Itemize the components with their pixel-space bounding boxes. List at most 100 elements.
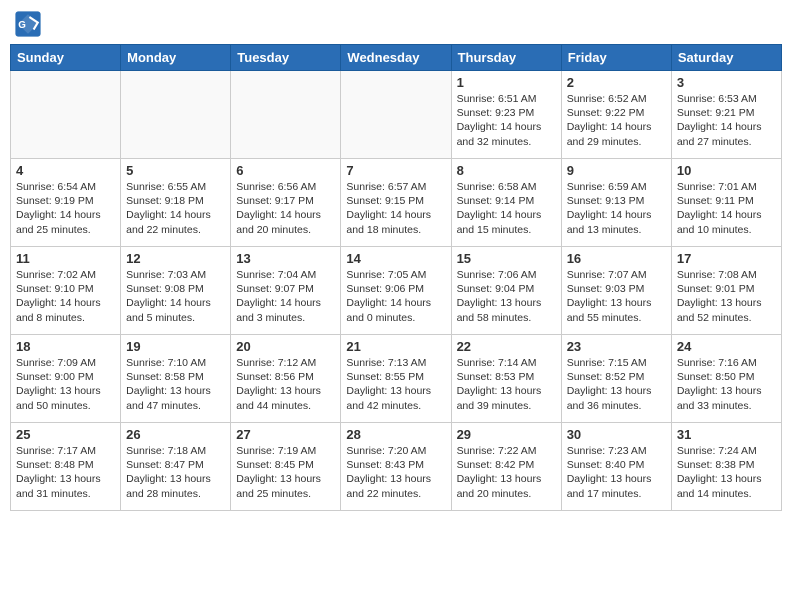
cell-info: Sunrise: 7:12 AM Sunset: 8:56 PM Dayligh… — [236, 356, 335, 413]
calendar-cell: 17 Sunrise: 7:08 AM Sunset: 9:01 PM Dayli… — [671, 247, 781, 335]
calendar-cell — [121, 71, 231, 159]
calendar-cell: 26Sunrise: 7:18 AM Sunset: 8:47 PM Dayli… — [121, 423, 231, 511]
calendar-cell — [11, 71, 121, 159]
cell-info: Sunrise: 7:16 AM Sunset: 8:50 PM Dayligh… — [677, 356, 776, 413]
weekday-header-cell: Thursday — [451, 45, 561, 71]
cell-date: 21 — [346, 339, 445, 354]
calendar-cell: 13 Sunrise: 7:04 AM Sunset: 9:07 PM Dayli… — [231, 247, 341, 335]
calendar-cell: 6 Sunrise: 6:56 AM Sunset: 9:17 PM Daylig… — [231, 159, 341, 247]
week-row: 25Sunrise: 7:17 AM Sunset: 8:48 PM Dayli… — [11, 423, 782, 511]
calendar-cell: 7Sunrise: 6:57 AM Sunset: 9:15 PM Daylig… — [341, 159, 451, 247]
cell-date: 11 — [16, 251, 115, 266]
cell-date: 23 — [567, 339, 666, 354]
cell-info: Sunrise: 7:15 AM Sunset: 8:52 PM Dayligh… — [567, 356, 666, 413]
calendar-cell: 29Sunrise: 7:22 AM Sunset: 8:42 PM Dayli… — [451, 423, 561, 511]
cell-info: Sunrise: 7:08 AM Sunset: 9:01 PM Dayligh… — [677, 268, 776, 325]
cell-info: Sunrise: 7:07 AM Sunset: 9:03 PM Dayligh… — [567, 268, 666, 325]
cell-info: Sunrise: 6:58 AM Sunset: 9:14 PM Dayligh… — [457, 180, 556, 237]
cell-date: 17 — [677, 251, 776, 266]
cell-info: Sunrise: 7:20 AM Sunset: 8:43 PM Dayligh… — [346, 444, 445, 501]
cell-date: 16 — [567, 251, 666, 266]
cell-date: 7 — [346, 163, 445, 178]
cell-date: 24 — [677, 339, 776, 354]
calendar-cell: 9 Sunrise: 6:59 AM Sunset: 9:13 PM Daylig… — [561, 159, 671, 247]
cell-info: Sunrise: 7:13 AM Sunset: 8:55 PM Dayligh… — [346, 356, 445, 413]
weekday-header-cell: Saturday — [671, 45, 781, 71]
cell-info: Sunrise: 7:04 AM Sunset: 9:07 PM Dayligh… — [236, 268, 335, 325]
cell-info: Sunrise: 6:51 AM Sunset: 9:23 PM Dayligh… — [457, 92, 556, 149]
cell-info: Sunrise: 6:59 AM Sunset: 9:13 PM Dayligh… — [567, 180, 666, 237]
cell-date: 28 — [346, 427, 445, 442]
calendar-cell: 14 Sunrise: 7:05 AM Sunset: 9:06 PM Dayli… — [341, 247, 451, 335]
calendar-cell: 16 Sunrise: 7:07 AM Sunset: 9:03 PM Dayli… — [561, 247, 671, 335]
calendar-cell: 25Sunrise: 7:17 AM Sunset: 8:48 PM Dayli… — [11, 423, 121, 511]
svg-text:G: G — [18, 20, 26, 31]
calendar-cell: 23 Sunrise: 7:15 AM Sunset: 8:52 PM Dayli… — [561, 335, 671, 423]
calendar-cell: 21 Sunrise: 7:13 AM Sunset: 8:55 PM Dayli… — [341, 335, 451, 423]
cell-date: 29 — [457, 427, 556, 442]
cell-info: Sunrise: 7:17 AM Sunset: 8:48 PM Dayligh… — [16, 444, 115, 501]
calendar-cell: 18 Sunrise: 7:09 AM Sunset: 9:00 PM Dayli… — [11, 335, 121, 423]
cell-date: 3 — [677, 75, 776, 90]
cell-info: Sunrise: 7:05 AM Sunset: 9:06 PM Dayligh… — [346, 268, 445, 325]
cell-info: Sunrise: 6:55 AM Sunset: 9:18 PM Dayligh… — [126, 180, 225, 237]
cell-date: 20 — [236, 339, 335, 354]
cell-date: 4 — [16, 163, 115, 178]
cell-info: Sunrise: 7:24 AM Sunset: 8:38 PM Dayligh… — [677, 444, 776, 501]
calendar-cell: 19Sunrise: 7:10 AM Sunset: 8:58 PM Dayli… — [121, 335, 231, 423]
calendar-cell: 27 Sunrise: 7:19 AM Sunset: 8:45 PM Dayli… — [231, 423, 341, 511]
calendar-cell: 8 Sunrise: 6:58 AM Sunset: 9:14 PM Daylig… — [451, 159, 561, 247]
cell-date: 26 — [126, 427, 225, 442]
cell-info: Sunrise: 7:01 AM Sunset: 9:11 PM Dayligh… — [677, 180, 776, 237]
cell-date: 30 — [567, 427, 666, 442]
calendar-cell: 4 Sunrise: 6:54 AM Sunset: 9:19 PM Daylig… — [11, 159, 121, 247]
calendar-cell: 2Sunrise: 6:52 AM Sunset: 9:22 PM Daylig… — [561, 71, 671, 159]
calendar-table: SundayMondayTuesdayWednesdayThursdayFrid… — [10, 44, 782, 511]
cell-date: 31 — [677, 427, 776, 442]
logo-icon: G — [14, 10, 42, 38]
page-header: G — [10, 10, 782, 38]
cell-info: Sunrise: 6:53 AM Sunset: 9:21 PM Dayligh… — [677, 92, 776, 149]
weekday-header-cell: Monday — [121, 45, 231, 71]
calendar-cell: 5 Sunrise: 6:55 AM Sunset: 9:18 PM Daylig… — [121, 159, 231, 247]
weekday-header-cell: Wednesday — [341, 45, 451, 71]
calendar-cell: 28 Sunrise: 7:20 AM Sunset: 8:43 PM Dayli… — [341, 423, 451, 511]
week-row: 1 Sunrise: 6:51 AM Sunset: 9:23 PM Daylig… — [11, 71, 782, 159]
cell-date: 27 — [236, 427, 335, 442]
calendar-body: 1 Sunrise: 6:51 AM Sunset: 9:23 PM Daylig… — [11, 71, 782, 511]
weekday-header-cell: Friday — [561, 45, 671, 71]
calendar-cell: 12Sunrise: 7:03 AM Sunset: 9:08 PM Dayli… — [121, 247, 231, 335]
cell-date: 15 — [457, 251, 556, 266]
cell-info: Sunrise: 7:02 AM Sunset: 9:10 PM Dayligh… — [16, 268, 115, 325]
cell-info: Sunrise: 7:23 AM Sunset: 8:40 PM Dayligh… — [567, 444, 666, 501]
calendar-cell: 30 Sunrise: 7:23 AM Sunset: 8:40 PM Dayli… — [561, 423, 671, 511]
calendar-cell: 24 Sunrise: 7:16 AM Sunset: 8:50 PM Dayli… — [671, 335, 781, 423]
cell-info: Sunrise: 7:06 AM Sunset: 9:04 PM Dayligh… — [457, 268, 556, 325]
logo: G — [14, 10, 44, 38]
cell-date: 1 — [457, 75, 556, 90]
week-row: 4 Sunrise: 6:54 AM Sunset: 9:19 PM Daylig… — [11, 159, 782, 247]
cell-info: Sunrise: 7:14 AM Sunset: 8:53 PM Dayligh… — [457, 356, 556, 413]
calendar-cell — [231, 71, 341, 159]
cell-date: 14 — [346, 251, 445, 266]
cell-info: Sunrise: 7:10 AM Sunset: 8:58 PM Dayligh… — [126, 356, 225, 413]
cell-info: Sunrise: 7:09 AM Sunset: 9:00 PM Dayligh… — [16, 356, 115, 413]
cell-info: Sunrise: 6:56 AM Sunset: 9:17 PM Dayligh… — [236, 180, 335, 237]
cell-date: 12 — [126, 251, 225, 266]
week-row: 11 Sunrise: 7:02 AM Sunset: 9:10 PM Dayli… — [11, 247, 782, 335]
cell-date: 8 — [457, 163, 556, 178]
weekday-header-cell: Tuesday — [231, 45, 341, 71]
cell-info: Sunrise: 6:54 AM Sunset: 9:19 PM Dayligh… — [16, 180, 115, 237]
calendar-cell: 22Sunrise: 7:14 AM Sunset: 8:53 PM Dayli… — [451, 335, 561, 423]
week-row: 18 Sunrise: 7:09 AM Sunset: 9:00 PM Dayli… — [11, 335, 782, 423]
cell-date: 5 — [126, 163, 225, 178]
cell-info: Sunrise: 7:19 AM Sunset: 8:45 PM Dayligh… — [236, 444, 335, 501]
cell-date: 6 — [236, 163, 335, 178]
calendar-cell: 11 Sunrise: 7:02 AM Sunset: 9:10 PM Dayli… — [11, 247, 121, 335]
cell-date: 9 — [567, 163, 666, 178]
weekday-header-row: SundayMondayTuesdayWednesdayThursdayFrid… — [11, 45, 782, 71]
cell-date: 13 — [236, 251, 335, 266]
cell-date: 18 — [16, 339, 115, 354]
calendar-cell: 20 Sunrise: 7:12 AM Sunset: 8:56 PM Dayli… — [231, 335, 341, 423]
weekday-header-cell: Sunday — [11, 45, 121, 71]
